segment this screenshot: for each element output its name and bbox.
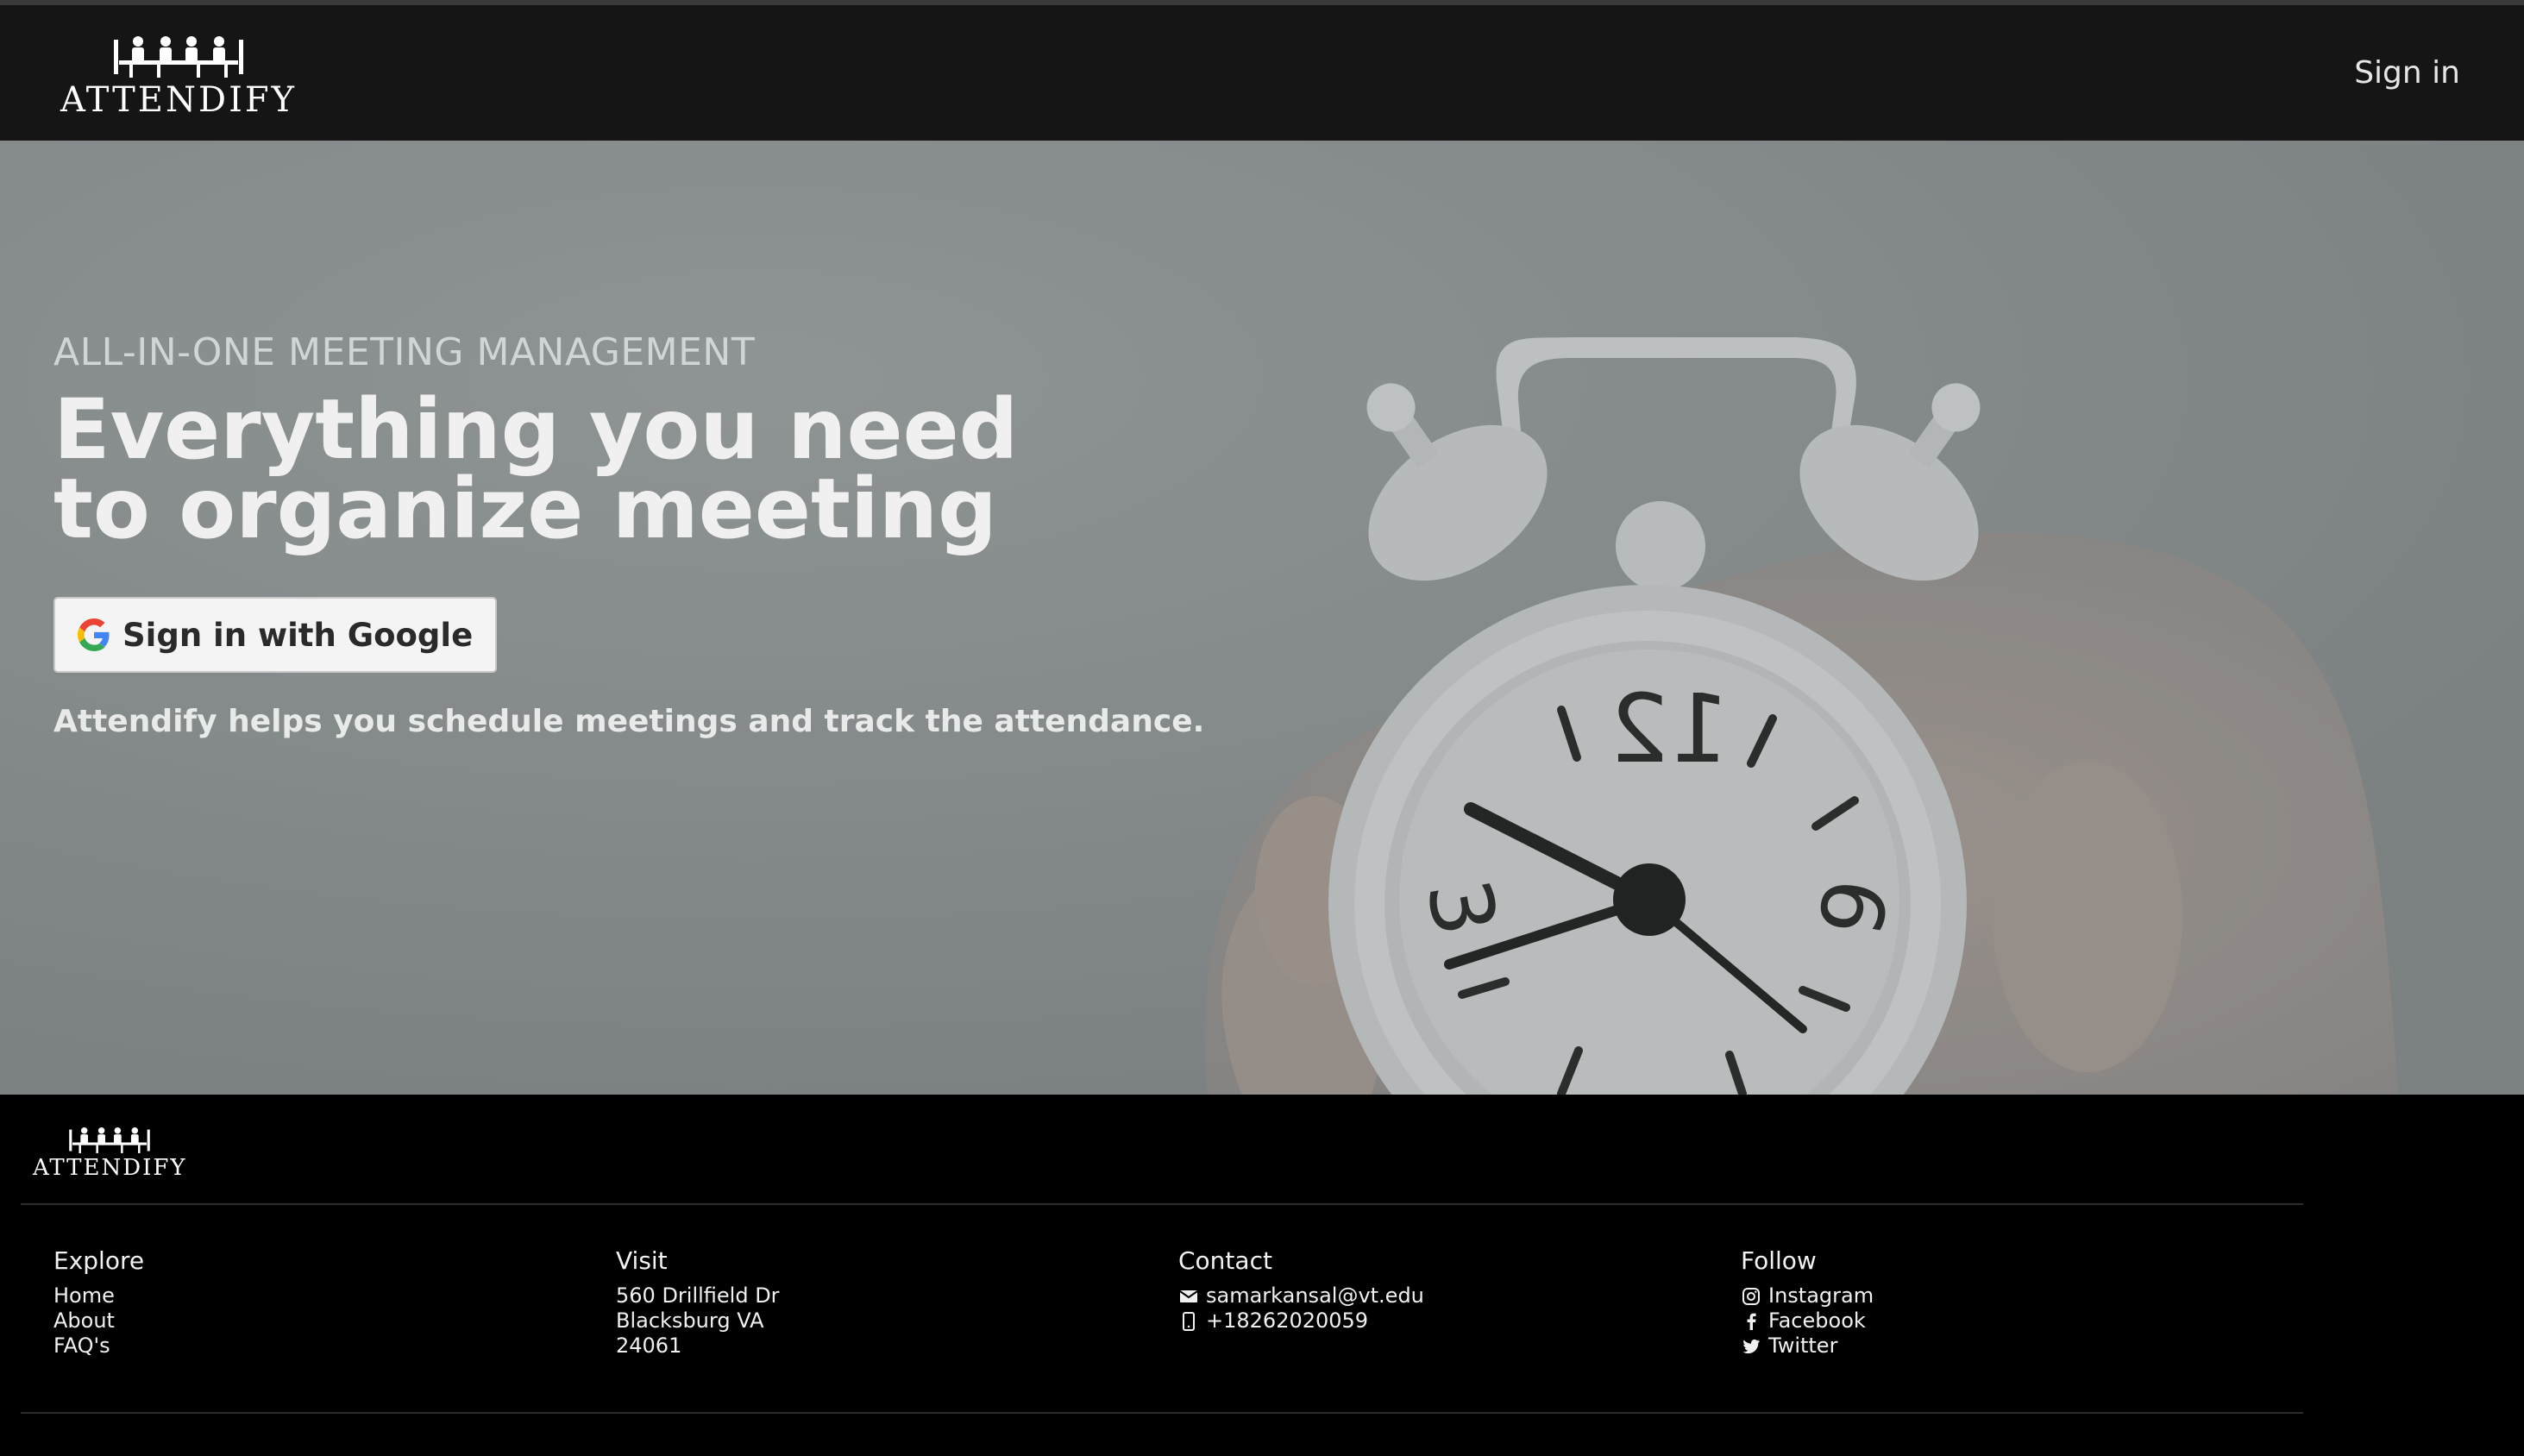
address-line-1: 560 Drillfield Dr bbox=[616, 1283, 780, 1308]
address-line-3: 24061 bbox=[616, 1334, 682, 1358]
footer-link-home[interactable]: Home bbox=[53, 1283, 115, 1309]
footer-divider-top bbox=[21, 1203, 2303, 1205]
address-line-2: Blacksburg VA bbox=[616, 1309, 764, 1333]
hero-content: ALL-IN-ONE MEETING MANAGEMENT Everything… bbox=[53, 330, 1204, 739]
google-sign-in-button[interactable]: Sign in with Google bbox=[53, 597, 498, 673]
footer-divider-bottom bbox=[21, 1412, 2303, 1414]
contact-phone-link[interactable]: +18262020059 bbox=[1206, 1309, 1368, 1334]
explore-heading: Explore bbox=[53, 1246, 145, 1275]
contact-email-link[interactable]: samarkansal@vt.edu bbox=[1206, 1283, 1424, 1309]
sign-in-link[interactable]: Sign in bbox=[2354, 55, 2460, 91]
footer-link-faqs[interactable]: FAQ's bbox=[53, 1334, 110, 1359]
hero-eyebrow: ALL-IN-ONE MEETING MANAGEMENT bbox=[53, 330, 756, 374]
footer-link-about[interactable]: About bbox=[53, 1309, 115, 1334]
hero-section: 12 3 9 ALL-IN-ONE MEETING MANAGEMENT Eve… bbox=[0, 141, 2524, 1095]
meeting-table-icon bbox=[114, 36, 244, 78]
site-footer: ATTENDIFY Explore Home About FAQ's Visit… bbox=[0, 1095, 2524, 1456]
visit-heading: Visit bbox=[616, 1246, 668, 1275]
footer-explore: Explore Home About FAQ's bbox=[53, 1246, 144, 1359]
envelope-icon bbox=[1179, 1290, 1198, 1302]
follow-heading: Follow bbox=[1741, 1246, 1817, 1275]
footer-follow: Follow Instagram Facebook Twitter bbox=[1741, 1246, 1874, 1359]
footer-contact: Contact samarkansal@vt.edu +18262020059 bbox=[1178, 1246, 1424, 1334]
instagram-icon bbox=[1742, 1287, 1760, 1305]
follow-twitter-link[interactable]: Twitter bbox=[1768, 1334, 1837, 1359]
mobile-phone-icon bbox=[1183, 1311, 1195, 1331]
brand-logo[interactable]: ATTENDIFY bbox=[60, 35, 297, 117]
follow-facebook-link[interactable]: Facebook bbox=[1768, 1309, 1866, 1334]
twitter-icon bbox=[1742, 1339, 1761, 1353]
hero-headline: Everything you need to organize meeting bbox=[53, 381, 1019, 557]
brand-wordmark: ATTENDIFY bbox=[60, 80, 298, 120]
footer-wordmark: ATTENDIFY bbox=[33, 1155, 187, 1181]
contact-heading: Contact bbox=[1178, 1246, 1272, 1275]
facebook-icon bbox=[1747, 1313, 1756, 1330]
meeting-table-icon bbox=[69, 1127, 151, 1153]
site-header: ATTENDIFY Sign in bbox=[0, 5, 2524, 141]
follow-instagram-link[interactable]: Instagram bbox=[1768, 1283, 1874, 1309]
footer-visit: Visit 560 Drillfield Dr Blacksburg VA 24… bbox=[616, 1246, 780, 1359]
google-g-icon bbox=[78, 618, 110, 651]
google-button-label: Sign in with Google bbox=[122, 616, 474, 654]
hero-tagline: Attendify helps you schedule meetings an… bbox=[53, 704, 1205, 739]
footer-logo[interactable]: ATTENDIFY bbox=[33, 1126, 187, 1179]
